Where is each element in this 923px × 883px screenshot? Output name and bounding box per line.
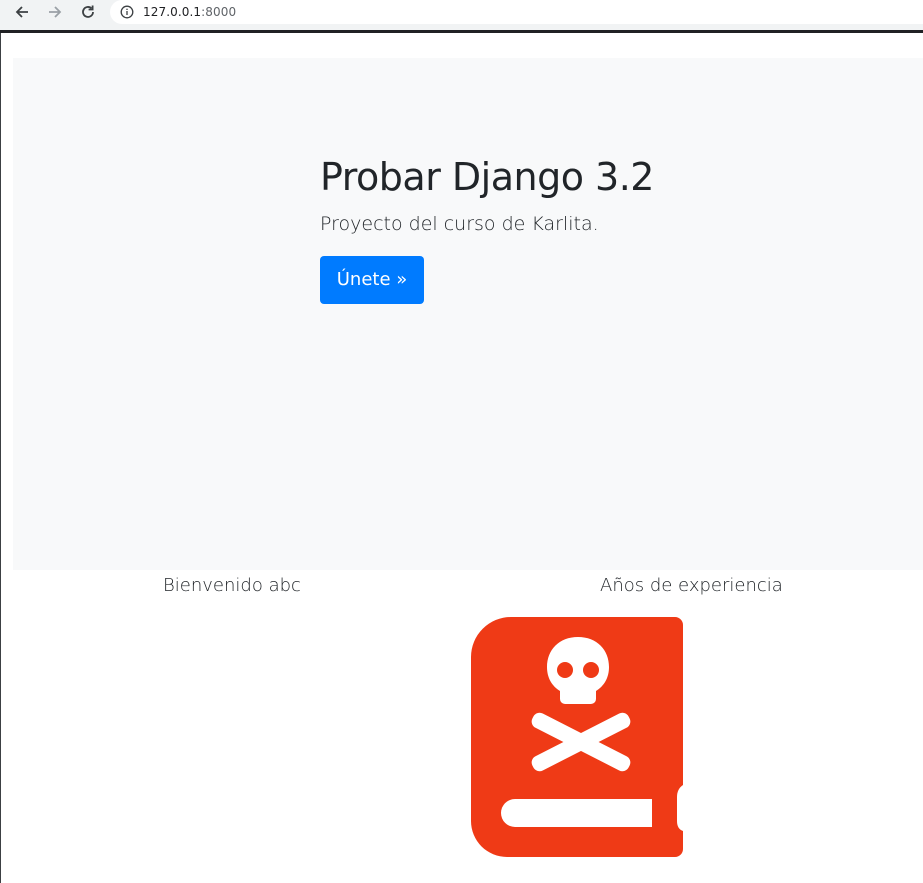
address-bar[interactable]: 127.0.0.1:8000 [110, 0, 923, 24]
reload-button[interactable] [76, 2, 100, 22]
reload-icon [80, 4, 96, 20]
skull-book-icon [471, 617, 691, 857]
arrow-right-icon [47, 4, 63, 20]
years-experience-heading: Años de experiencia [600, 575, 783, 596]
jumbotron-content: Probar Django 3.2 Proyecto del curso de … [320, 154, 654, 304]
window-edge [0, 33, 1, 883]
back-button[interactable] [10, 2, 34, 22]
jumbotron: Probar Django 3.2 Proyecto del curso de … [13, 58, 923, 570]
url-port: :8000 [201, 5, 237, 19]
welcome-text: Bienvenido abc [163, 575, 301, 596]
join-button[interactable]: Únete » [320, 256, 424, 304]
page-title: Probar Django 3.2 [320, 155, 654, 199]
page-subtitle: Proyecto del curso de Karlita. [320, 213, 599, 235]
info-icon[interactable] [120, 5, 134, 19]
url-text: 127.0.0.1:8000 [143, 5, 236, 19]
browser-toolbar: 127.0.0.1:8000 [0, 0, 923, 33]
forward-button[interactable] [43, 2, 67, 22]
arrow-left-icon [14, 4, 30, 20]
url-host: 127.0.0.1 [143, 5, 202, 19]
